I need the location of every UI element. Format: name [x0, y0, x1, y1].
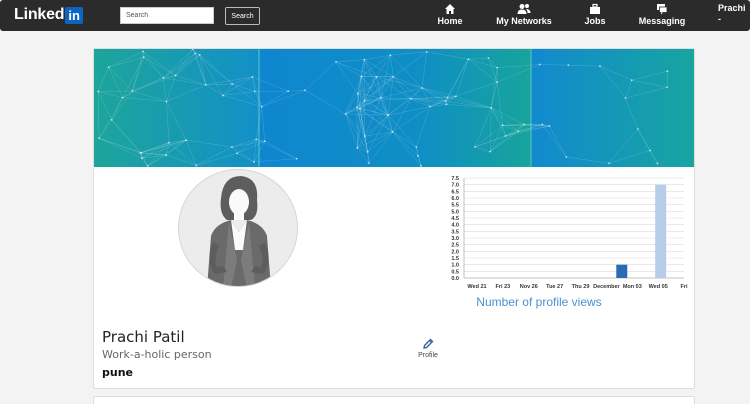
chart-svg: 0.00.51.01.52.02.53.03.54.04.55.05.56.06…: [451, 176, 689, 290]
y-tick-label: 3.0: [451, 236, 459, 242]
next-section-card: [93, 396, 695, 404]
profile-avatar[interactable]: [178, 169, 298, 287]
profile-card: 0.0 0.5 1.0 1.5 2.0 2.5 3.0 3.5 4.0 4.5 5.0 5.5 6.0 6…: [93, 48, 695, 389]
x-tick-label: Wed 05: [649, 284, 668, 290]
nav-jobs[interactable]: Jobs: [582, 3, 608, 29]
y-tick-label: 5.0: [451, 209, 459, 215]
profile-views-chart: 0.0 0.5 1.0 1.5 2.0 2.5 3.0 3.5 4.0 4.5 5.0 5.5 6.0 6…: [434, 174, 689, 314]
avatar-person-illustration: [179, 170, 297, 286]
banner-network-pattern: [94, 49, 694, 167]
x-tick-label: December: [593, 284, 620, 290]
x-tick-label: Nov 26: [520, 284, 538, 290]
chart-bar: [616, 264, 628, 278]
logo-text: Linked: [14, 6, 65, 23]
y-tick-label: 6.0: [451, 196, 459, 202]
edit-profile-label: Profile: [418, 352, 438, 359]
logo-badge: in: [65, 6, 83, 24]
y-tick-label: 6.5: [451, 189, 459, 195]
search-button[interactable]: Search: [225, 7, 260, 25]
y-tick-label: 7.5: [451, 176, 459, 182]
y-tick-label: 0.0: [451, 276, 459, 282]
x-tick-label: Wed 21: [467, 284, 486, 290]
nav-my-networks[interactable]: My Networks: [495, 3, 553, 29]
y-tick-label: 5.5: [451, 203, 459, 209]
x-tick-label: Thu 29: [572, 284, 590, 290]
nav-home-label: Home: [437, 16, 463, 26]
chart-title: Number of profile views: [476, 295, 602, 309]
home-icon: [445, 4, 455, 14]
people-icon: [517, 4, 531, 14]
y-tick-label: 1.5: [451, 256, 459, 262]
y-tick-label: 2.0: [451, 249, 459, 255]
nav-home[interactable]: Home: [437, 3, 463, 29]
y-tick-label: 2.5: [451, 243, 459, 249]
profile-location: pune: [102, 366, 133, 379]
chart-bar: [655, 184, 667, 278]
edit-profile-button[interactable]: Profile: [416, 338, 440, 359]
linkedin-logo[interactable]: Linked in: [14, 5, 83, 25]
nav-my-networks-label: My Networks: [496, 16, 552, 26]
pencil-icon: [423, 338, 434, 349]
user-menu-caret: -: [718, 14, 721, 24]
x-tick-label: Fri 23: [496, 284, 511, 290]
briefcase-icon: [590, 3, 600, 14]
y-tick-label: 1.0: [451, 263, 459, 269]
x-tick-label: Tue 27: [546, 284, 563, 290]
user-name: Prachi: [718, 3, 746, 13]
top-navbar: Linked in Search Home My Networks Jobs: [0, 0, 750, 31]
y-tick-label: 3.5: [451, 229, 459, 235]
y-tick-label: 4.5: [451, 216, 459, 222]
nav-messaging-label: Messaging: [638, 16, 686, 26]
y-tick-label: 7.0: [451, 183, 459, 189]
nav-jobs-label: Jobs: [584, 16, 606, 26]
user-menu[interactable]: Prachi -: [718, 3, 746, 25]
nav-messaging[interactable]: Messaging: [638, 3, 686, 29]
profile-name: Prachi Patil: [102, 328, 185, 346]
y-tick-label: 4.0: [451, 223, 459, 229]
profile-banner: [94, 49, 694, 167]
x-tick-label: Fri: [681, 284, 689, 290]
search-input[interactable]: [120, 7, 214, 24]
y-tick-label: 0.5: [451, 269, 459, 275]
profile-headline: Work-a-holic person: [102, 348, 212, 361]
x-tick-label: Mon 03: [623, 284, 642, 290]
chat-icon: [657, 4, 668, 15]
